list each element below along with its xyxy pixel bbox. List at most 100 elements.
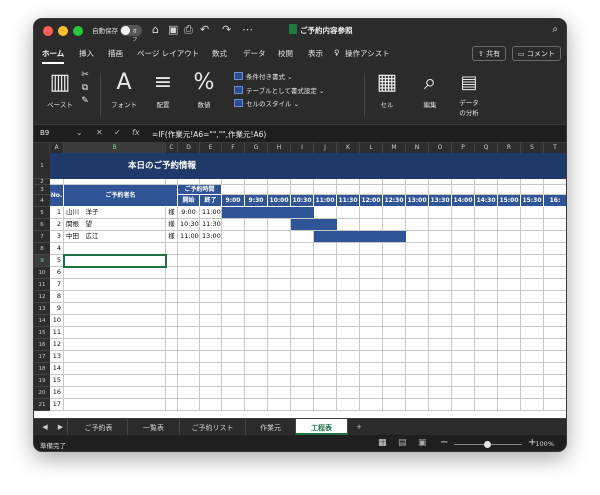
grid-cell[interactable] — [337, 327, 360, 339]
grid-cell[interactable] — [166, 243, 178, 255]
grid-cell[interactable] — [498, 291, 521, 303]
grid-cell[interactable] — [521, 339, 544, 351]
row-header[interactable]: 14 — [34, 315, 50, 327]
grid-cell[interactable] — [178, 315, 200, 327]
grid-cell[interactable] — [245, 327, 268, 339]
column-header[interactable]: E — [200, 143, 222, 153]
grid-cell[interactable] — [268, 185, 291, 195]
grid-cell[interactable] — [178, 387, 200, 399]
grid-cell[interactable] — [268, 291, 291, 303]
grid-cell[interactable] — [291, 363, 314, 375]
grid-cell[interactable] — [291, 243, 314, 255]
sheet-tab-schedule[interactable]: 工程表 — [296, 419, 348, 435]
grid-cell[interactable] — [222, 339, 245, 351]
grid-cell[interactable] — [406, 363, 429, 375]
grid-cell[interactable] — [475, 363, 498, 375]
grid-cell[interactable] — [521, 327, 544, 339]
grid-cell[interactable] — [222, 303, 245, 315]
tab-insert[interactable]: 挿入 — [79, 48, 94, 59]
grid-cell[interactable] — [268, 327, 291, 339]
column-header[interactable]: N — [406, 143, 429, 153]
grid-cell[interactable] — [429, 399, 452, 411]
grid-cell[interactable] — [314, 185, 337, 195]
row-header[interactable]: 15 — [34, 327, 50, 339]
grid-cell[interactable] — [475, 399, 498, 411]
column-header[interactable]: J — [314, 143, 337, 153]
grid-cell[interactable] — [268, 351, 291, 363]
grid-cell[interactable] — [406, 339, 429, 351]
grid-cell[interactable] — [521, 255, 544, 267]
grid-cell[interactable] — [222, 255, 245, 267]
analyze-data-button[interactable]: ▤ データ の分析 — [452, 69, 486, 117]
grid-cell[interactable] — [475, 351, 498, 363]
grid-cell[interactable] — [291, 255, 314, 267]
grid-cell[interactable] — [222, 315, 245, 327]
grid-cell[interactable] — [521, 387, 544, 399]
grid-cell[interactable] — [178, 375, 200, 387]
grid-cell[interactable] — [429, 387, 452, 399]
row-header[interactable]: 21 — [34, 399, 50, 411]
minimize-window-button[interactable] — [58, 26, 68, 36]
grid-cell[interactable] — [337, 351, 360, 363]
grid-cell[interactable] — [268, 399, 291, 411]
grid-cell[interactable] — [383, 291, 406, 303]
grid-cell[interactable] — [291, 387, 314, 399]
row-number[interactable]: 17 — [50, 399, 64, 411]
tab-review[interactable]: 校閲 — [278, 48, 293, 59]
grid-cell[interactable] — [268, 219, 291, 231]
grid-cell[interactable] — [544, 363, 566, 375]
row-number[interactable]: 14 — [50, 363, 64, 375]
grid-cell[interactable] — [64, 303, 166, 315]
booking-name[interactable]: 山川 洋子 — [64, 207, 166, 219]
grid-cell[interactable] — [166, 363, 178, 375]
grid-cell[interactable] — [383, 185, 406, 195]
grid-cell[interactable] — [544, 243, 566, 255]
grid-cell[interactable] — [475, 303, 498, 315]
grid-cell[interactable] — [452, 351, 475, 363]
grid-cell[interactable] — [452, 363, 475, 375]
select-all-corner[interactable] — [34, 143, 50, 153]
grid-cell[interactable] — [178, 351, 200, 363]
grid-cell[interactable] — [245, 255, 268, 267]
grid-cell[interactable] — [360, 375, 383, 387]
grid-cell[interactable] — [452, 315, 475, 327]
booking-no[interactable]: 3 — [50, 231, 64, 243]
grid-cell[interactable] — [166, 267, 178, 279]
row-number[interactable]: 16 — [50, 387, 64, 399]
grid-cell[interactable] — [406, 375, 429, 387]
column-header[interactable]: I — [291, 143, 314, 153]
column-header[interactable]: L — [360, 143, 383, 153]
grid-cell[interactable] — [64, 267, 166, 279]
grid-cell[interactable] — [475, 255, 498, 267]
row-header[interactable]: 11 — [34, 279, 50, 291]
grid-cell[interactable] — [406, 351, 429, 363]
more-icon[interactable]: ⋯ — [242, 23, 253, 37]
grid-cell[interactable] — [383, 399, 406, 411]
grid-cell[interactable] — [452, 267, 475, 279]
booking-name[interactable]: 関根 望 — [64, 219, 166, 231]
next-sheet-icon[interactable]: ▶ — [54, 419, 68, 435]
booking-start[interactable]: 11:00 — [178, 231, 200, 243]
grid-cell[interactable] — [498, 243, 521, 255]
grid-cell[interactable] — [521, 219, 544, 231]
grid-cell[interactable] — [314, 255, 337, 267]
grid-cell[interactable] — [452, 375, 475, 387]
grid-cell[interactable] — [166, 255, 178, 267]
search-icon[interactable]: ⌕ — [552, 24, 558, 35]
grid-cell[interactable] — [429, 327, 452, 339]
add-sheet-icon[interactable]: + — [350, 419, 368, 435]
grid-cell[interactable] — [475, 207, 498, 219]
normal-view-icon[interactable]: ▦ — [378, 438, 387, 448]
grid-cell[interactable] — [521, 243, 544, 255]
grid-cell[interactable] — [291, 399, 314, 411]
grid-cell[interactable] — [521, 279, 544, 291]
grid-cell[interactable] — [178, 279, 200, 291]
grid-cell[interactable] — [475, 387, 498, 399]
share-button[interactable]: ⇪ 共有 — [472, 46, 507, 61]
grid-cell[interactable] — [521, 399, 544, 411]
worksheet-grid[interactable]: A B C D E F G H I J K L M N O P Q R S T 1 2 3 4 5 6 7 8 9 10 11 12 13 14 1… — [34, 143, 566, 418]
insert-function-icon[interactable]: fx — [132, 128, 140, 137]
grid-cell[interactable] — [200, 387, 222, 399]
document-title[interactable]: ご予約内容参照 — [300, 25, 353, 36]
grid-cell[interactable] — [166, 327, 178, 339]
